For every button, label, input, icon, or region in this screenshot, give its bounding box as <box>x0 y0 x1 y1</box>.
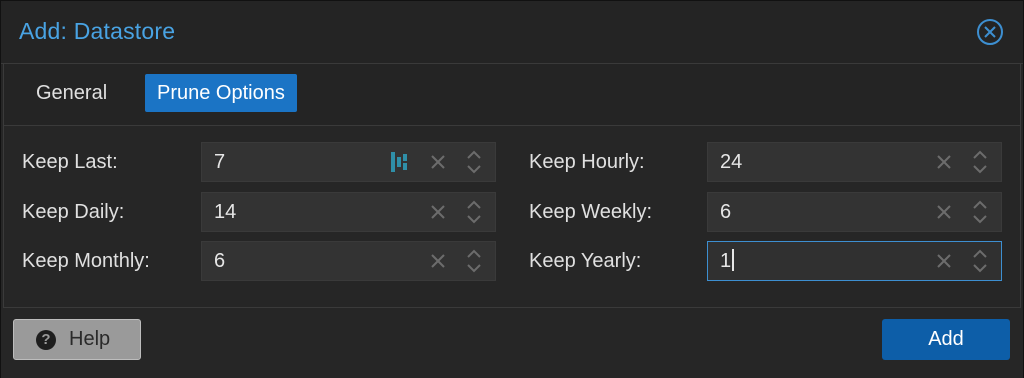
dialog-titlebar: Add: Datastore <box>1 1 1023 64</box>
spinner-icon[interactable] <box>465 198 483 226</box>
keep-hourly-label: Keep Hourly: <box>529 151 645 173</box>
clear-icon[interactable] <box>428 251 448 271</box>
dialog-title: Add: Datastore <box>19 18 176 44</box>
add-button[interactable]: Add <box>882 319 1010 360</box>
keep-last-value[interactable]: 7 <box>214 143 225 181</box>
keep-hourly-value[interactable]: 24 <box>720 143 742 181</box>
spinner-icon[interactable] <box>971 247 989 275</box>
keep-monthly-value[interactable]: 6 <box>214 242 225 280</box>
dialog-footer: ? Help Add <box>1 308 1023 378</box>
keep-last-label: Keep Last: <box>22 151 118 173</box>
help-button-label: Help <box>69 328 111 350</box>
keep-yearly-text: 1 <box>720 250 732 272</box>
clear-icon[interactable] <box>428 152 448 172</box>
keep-weekly-field[interactable]: 6 <box>707 192 1002 232</box>
keep-hourly-field[interactable]: 24 <box>707 142 1002 182</box>
spinner-icon[interactable] <box>465 247 483 275</box>
close-icon[interactable] <box>975 17 1005 47</box>
tab-bar: General Prune Options <box>3 64 1021 126</box>
spinner-icon[interactable] <box>971 148 989 176</box>
keep-weekly-label: Keep Weekly: <box>529 201 653 223</box>
tab-prune-options[interactable]: Prune Options <box>145 74 297 112</box>
clear-icon[interactable] <box>934 251 954 271</box>
keep-yearly-value[interactable]: 1 <box>720 242 735 280</box>
keep-daily-value[interactable]: 14 <box>214 193 236 231</box>
text-caret <box>732 249 735 271</box>
tab-general[interactable]: General <box>24 74 119 112</box>
spinner-icon[interactable] <box>971 198 989 226</box>
clear-icon[interactable] <box>428 202 448 222</box>
clear-icon[interactable] <box>934 202 954 222</box>
question-circle-icon: ? <box>36 330 56 350</box>
prune-options-form: Keep Last: 7 Keep Hourly: 24 Keep Daily:… <box>3 126 1021 308</box>
keep-daily-field[interactable]: 14 <box>201 192 496 232</box>
spinner-icon[interactable] <box>465 148 483 176</box>
keep-yearly-label: Keep Yearly: <box>529 250 642 272</box>
keep-monthly-label: Keep Monthly: <box>22 250 150 272</box>
keep-last-field[interactable]: 7 <box>201 142 496 182</box>
keep-monthly-field[interactable]: 6 <box>201 241 496 281</box>
keep-weekly-value[interactable]: 6 <box>720 193 731 231</box>
keep-yearly-field[interactable]: 1 <box>707 241 1002 281</box>
help-button[interactable]: ? Help <box>13 319 141 360</box>
clear-icon[interactable] <box>934 152 954 172</box>
add-datastore-dialog: Add: Datastore General Prune Options Kee… <box>0 0 1024 378</box>
keep-daily-label: Keep Daily: <box>22 201 125 223</box>
password-manager-icon[interactable] <box>390 151 410 173</box>
